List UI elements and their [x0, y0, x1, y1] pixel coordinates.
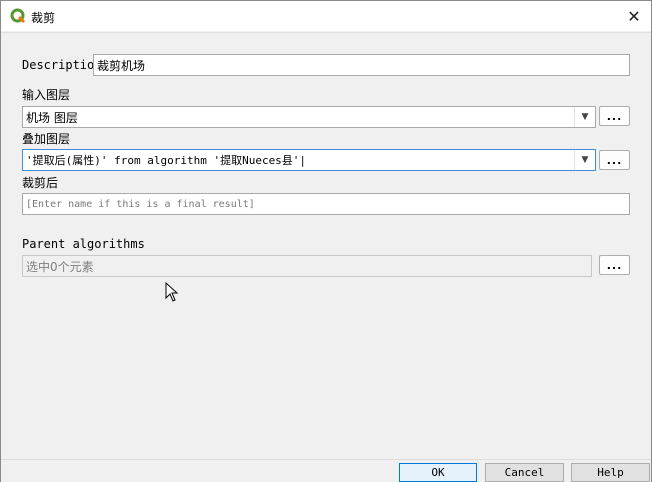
input-layer-combo[interactable]: 机场 图层 ▼: [22, 106, 596, 128]
cancel-button[interactable]: Cancel: [485, 463, 564, 482]
clip-output-label: 裁剪后: [22, 176, 59, 190]
description-input[interactable]: 裁剪机场: [93, 54, 630, 76]
parent-algorithms-value: 选中0个元素: [26, 259, 94, 274]
parent-algorithms-field: 选中0个元素: [22, 255, 592, 277]
mouse-pointer-icon: [165, 282, 179, 302]
overlay-layer-value: '提取后(属性)' from algorithm '提取Nueces县'|: [26, 154, 307, 167]
close-icon: ✕: [627, 6, 641, 26]
description-value: 裁剪机场: [97, 58, 146, 73]
overlay-layer-browse-button[interactable]: ...: [599, 150, 630, 170]
clip-output-input[interactable]: [Enter name if this is a final result]: [22, 193, 630, 215]
overlay-layer-label: 叠加图层: [22, 132, 71, 146]
description-label: Description: [22, 58, 102, 72]
ellipsis-icon: ...: [606, 153, 623, 167]
button-box: OK Cancel Help: [1, 459, 651, 482]
parent-algorithms-label: Parent algorithms: [22, 237, 145, 251]
input-layer-label: 输入图层: [22, 88, 71, 102]
title-bar: 裁剪 ✕: [1, 1, 651, 31]
close-button[interactable]: ✕: [623, 5, 645, 27]
qgis-logo-icon: [10, 8, 26, 24]
parent-algorithms-button[interactable]: ...: [599, 255, 630, 275]
chevron-down-icon[interactable]: ▼: [574, 107, 595, 127]
input-layer-value: 机场 图层: [26, 110, 78, 125]
ellipsis-icon: ...: [606, 109, 623, 123]
window-title: 裁剪: [31, 11, 56, 25]
overlay-layer-combo[interactable]: '提取后(属性)' from algorithm '提取Nueces县'| ▼: [22, 149, 596, 171]
ellipsis-icon: ...: [606, 258, 623, 272]
ok-button[interactable]: OK: [399, 463, 477, 482]
help-button[interactable]: Help: [571, 463, 650, 482]
dialog-content: Description 裁剪机场 输入图层 机场 图层 ▼ ... 叠加图层 '…: [1, 32, 651, 461]
dialog-window: 裁剪 ✕ Description 裁剪机场 输入图层 机场 图层 ▼ ... 叠…: [0, 0, 652, 482]
input-layer-browse-button[interactable]: ...: [599, 106, 630, 126]
chevron-down-icon[interactable]: ▼: [574, 150, 595, 170]
clip-output-placeholder: [Enter name if this is a final result]: [26, 198, 255, 210]
